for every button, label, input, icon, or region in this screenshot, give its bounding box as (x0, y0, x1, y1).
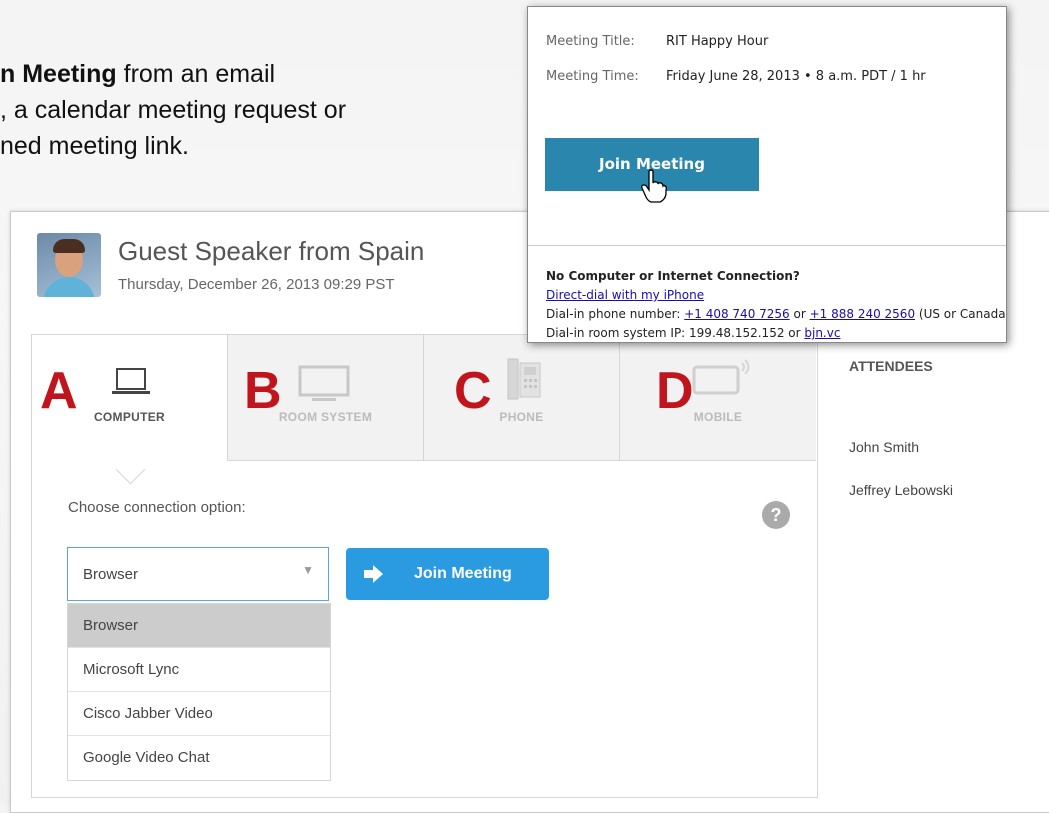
laptop-icon (112, 368, 150, 394)
connection-option-label: Choose connection option: (68, 499, 246, 516)
dropdown-option-microsoft-lync[interactable]: Microsoft Lync (68, 648, 330, 692)
popup-room-system-row: Dial-in room system IP: 199.48.152.152 o… (546, 326, 841, 340)
tab-computer-label: COMPUTER (93, 410, 166, 424)
email-invite-popup: Meeting Title: RIT Happy Hour Meeting Tim… (527, 6, 1007, 343)
dropdown-option-cisco-jabber[interactable]: Cisco Jabber Video (68, 692, 330, 736)
attendees-heading: ATTENDEES (849, 358, 933, 374)
connection-select-value: Browser (83, 566, 139, 583)
join-meeting-label: Join Meeting (414, 565, 512, 582)
tab-phone-label: PHONE (499, 410, 544, 424)
popup-meeting-title-row: Meeting Title: RIT Happy Hour (546, 34, 769, 49)
dropdown-option-browser[interactable]: Browser (68, 604, 330, 648)
dropdown-arrow-icon: ▼ (302, 563, 314, 577)
direct-dial-link[interactable]: Direct-dial with my iPhone (546, 288, 704, 302)
help-icon[interactable]: ? (762, 501, 790, 529)
hand-pointer-icon (641, 169, 667, 203)
popup-no-connection-heading: No Computer or Internet Connection? (546, 269, 800, 283)
speaker-avatar (37, 233, 101, 297)
meeting-title: Guest Speaker from Spain (118, 236, 425, 266)
popup-meeting-time-row: Meeting Time: Friday June 28, 2013 • 8 a.… (546, 69, 926, 84)
monitor-icon (298, 365, 350, 401)
join-meeting-button[interactable]: Join Meeting (346, 548, 549, 600)
arrow-right-icon (364, 565, 383, 583)
instruction-line-3: ned meeting link. (0, 132, 190, 160)
attendee-name: John Smith (849, 439, 920, 455)
room-system-link[interactable]: bjn.vc (804, 326, 840, 340)
tab-computer[interactable]: A COMPUTER (32, 335, 228, 461)
connection-select[interactable]: Browser ▼ (67, 547, 329, 601)
instruction-line-1: n Meeting from an email (0, 60, 276, 88)
dialin-phone-link-2[interactable]: +1 888 240 2560 (810, 307, 915, 321)
dialin-phone-link-1[interactable]: +1 408 740 7256 (684, 307, 789, 321)
tab-phone[interactable]: C PHONE (424, 335, 620, 461)
tab-mobile-label: MOBILE (693, 410, 743, 424)
dropdown-option-google-video-chat[interactable]: Google Video Chat (68, 736, 330, 780)
connection-dropdown-menu: Browser Microsoft Lync Cisco Jabber Vide… (67, 603, 331, 781)
desk-phone-icon (507, 358, 541, 400)
tab-mobile[interactable]: D MOBILE (620, 335, 816, 461)
popup-dialin-phone-row: Dial-in phone number: +1 408 740 7256 or… (546, 307, 1007, 321)
popup-divider (528, 245, 1006, 246)
meeting-date: Thursday, December 26, 2013 09:29 PST (118, 276, 395, 293)
connection-panel: A COMPUTER B ROOM SYSTEM C PHONE D MOBIL… (31, 334, 818, 798)
mobile-icon (692, 359, 750, 395)
tab-room-system[interactable]: B ROOM SYSTEM (228, 335, 424, 461)
instruction-text: n Meeting from an email , a calendar mee… (0, 56, 520, 164)
instruction-line-2: , a calendar meeting request or (0, 96, 347, 124)
device-tabs: A COMPUTER B ROOM SYSTEM C PHONE D MOBIL… (32, 335, 817, 461)
attendee-name: Jeffrey Lebowski (849, 482, 954, 498)
tab-room-system-label: ROOM SYSTEM (278, 410, 373, 424)
popup-direct-dial-row: Direct-dial with my iPhone (546, 288, 704, 302)
